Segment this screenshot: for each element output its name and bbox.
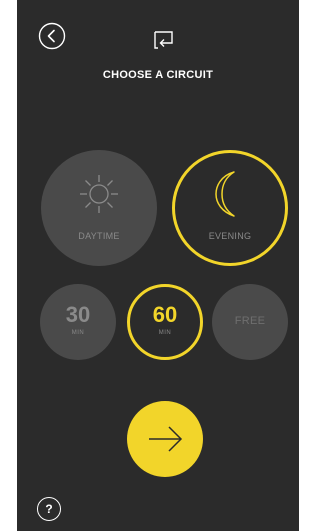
duration-30-option[interactable]: 30 MIN xyxy=(40,284,116,360)
evening-label: EVENING xyxy=(208,231,252,241)
duration-free-option[interactable]: FREE xyxy=(212,284,288,360)
help-button[interactable]: ? xyxy=(37,497,61,521)
arrow-right-icon xyxy=(149,426,183,452)
duration-30-value: 30 xyxy=(65,302,91,327)
start-button[interactable] xyxy=(127,401,203,477)
back-button[interactable] xyxy=(37,21,67,51)
evening-option[interactable]: EVENING xyxy=(172,150,288,266)
duration-60-unit: MIN xyxy=(158,330,172,336)
app-screen: CHOOSE A CIRCUIT DAYTIME EVENING 30 MIN … xyxy=(17,0,299,531)
duration-60-value: 60 xyxy=(152,302,178,327)
sun-icon xyxy=(80,175,118,213)
flip-button[interactable] xyxy=(150,26,178,54)
help-icon: ? xyxy=(45,502,53,516)
page-title: CHOOSE A CIRCUIT xyxy=(102,69,214,81)
duration-30-unit: MIN xyxy=(71,330,85,336)
moon-icon xyxy=(215,171,235,217)
daytime-option[interactable]: DAYTIME xyxy=(41,150,157,266)
daytime-label: DAYTIME xyxy=(78,231,120,241)
chevron-left-icon xyxy=(38,22,66,50)
duration-60-option[interactable]: 60 MIN xyxy=(127,284,203,360)
duration-free-label: FREE xyxy=(234,315,266,327)
return-arrow-icon xyxy=(154,31,173,49)
